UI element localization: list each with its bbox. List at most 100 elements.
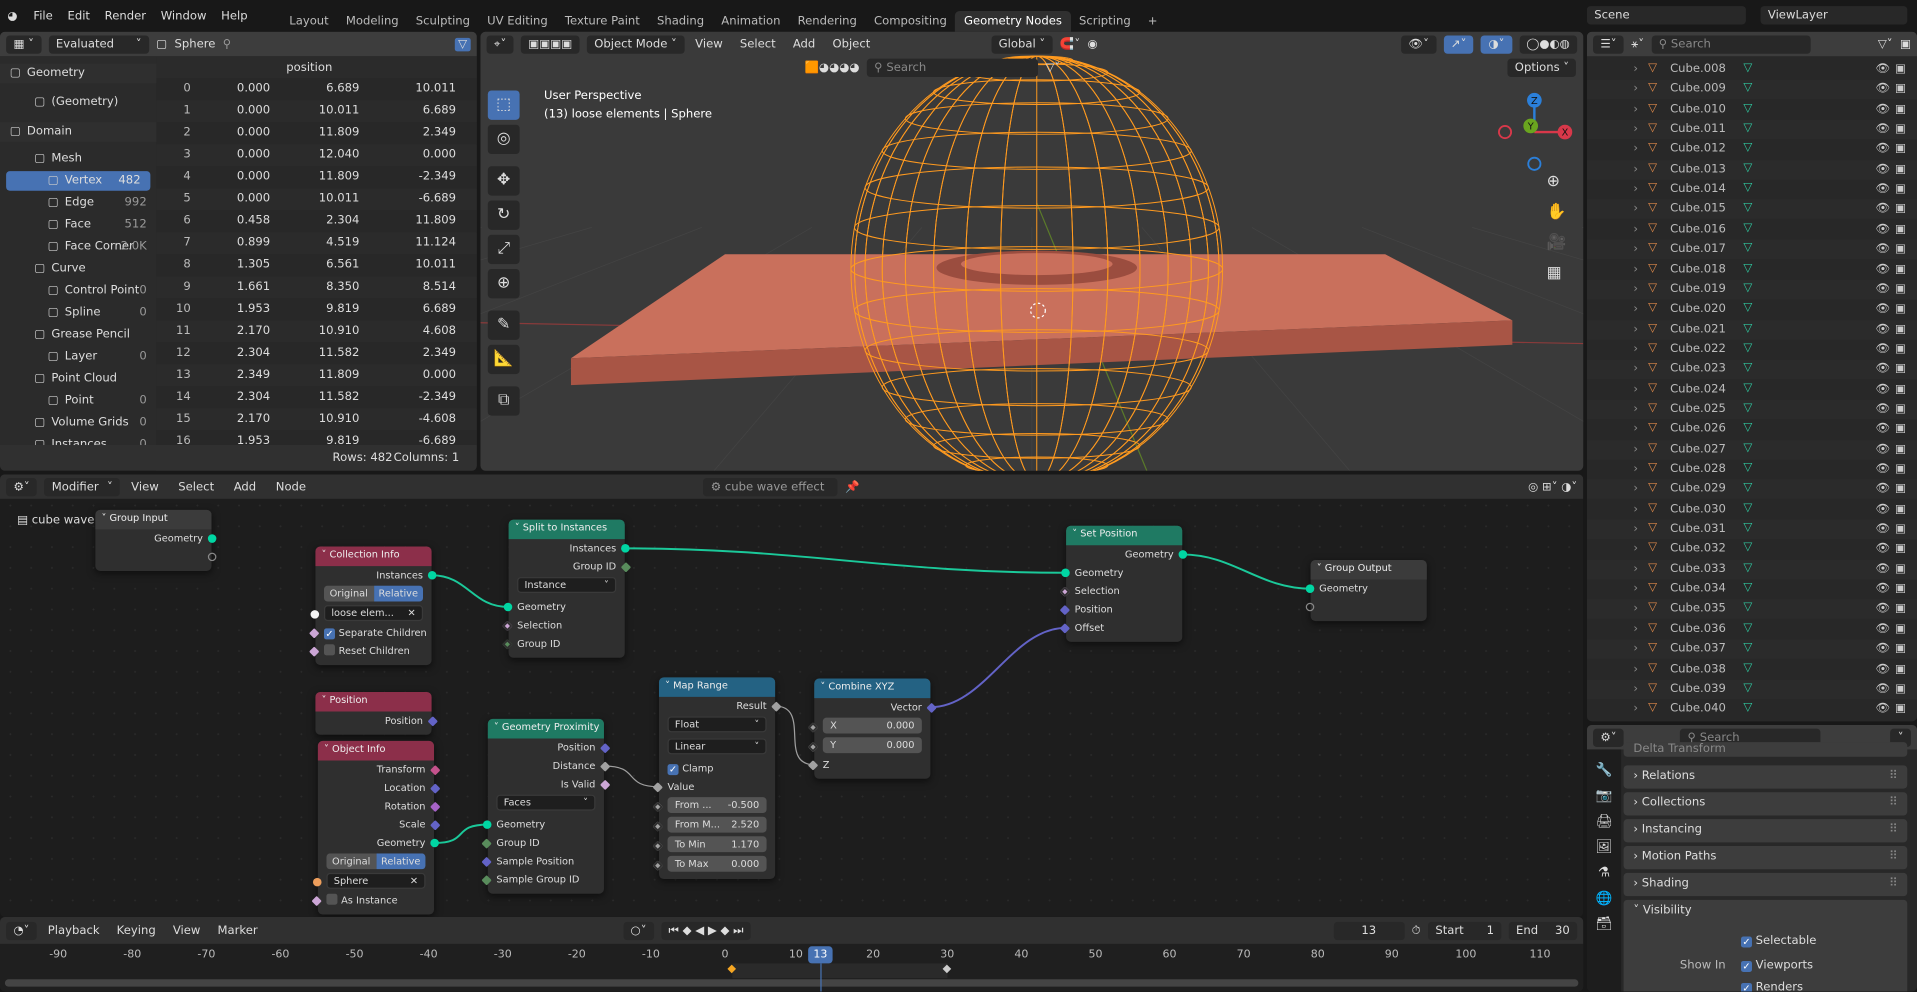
visibility-eye-icon[interactable]: 👁 [1875,82,1890,95]
tool-tab-icon[interactable]: 🔧 [1596,762,1613,778]
domain-item[interactable]: ▢ Control Point 0 [0,281,156,301]
outliner-item[interactable]: › ▽ Cube.021 ▽ 👁 ▣ [1586,319,1917,340]
camera-render-icon[interactable]: ▣ [1895,62,1906,75]
outliner-item[interactable]: › ▽ Cube.011 ▽ 👁 ▣ [1586,119,1917,140]
socket-instances[interactable] [621,544,630,553]
menu-select[interactable]: Select [736,37,779,50]
column-header-position[interactable]: position [236,61,383,74]
outliner-item[interactable]: › ▽ Cube.018 ▽ 👁 ▣ [1586,259,1917,280]
outliner-item[interactable]: › ▽ Cube.032 ▽ 👁 ▣ [1586,539,1917,560]
node-link[interactable] [624,547,1067,574]
scene-tab-icon[interactable]: ⚗ [1598,864,1610,880]
outliner-item[interactable]: › ▽ Cube.027 ▽ 👁 ▣ [1586,439,1917,460]
outliner-item[interactable]: › ▽ Cube.026 ▽ 👁 ▣ [1586,419,1917,440]
camera-render-icon[interactable]: ▣ [1895,282,1906,295]
visibility-eye-icon[interactable]: 👁 [1875,142,1890,155]
camera-render-icon[interactable]: ▣ [1895,222,1906,235]
outliner-item[interactable]: › ▽ Cube.038 ▽ 👁 ▣ [1586,659,1917,680]
expand-arrow-icon[interactable]: › [1633,62,1638,75]
viewport-search[interactable]: ⚲ Search [866,58,1038,78]
select-box-tool-icon[interactable]: ⬚ [487,90,520,120]
outliner-item[interactable]: › ▽ Cube.010 ▽ 👁 ▣ [1586,99,1917,120]
filter-icon[interactable]: ▽˅ [1045,61,1060,74]
expand-arrow-icon[interactable]: › [1633,82,1638,95]
panel-visibility[interactable]: ˅ Visibility ✓ Selectable Show In ✓ Viewpo… [1623,899,1908,992]
camera-render-icon[interactable]: ▣ [1895,322,1906,335]
menu-edit[interactable]: Edit [64,9,94,22]
node-map-range[interactable]: ˅ Map Range Result Float ˅ Linear ˅ ✓ Clamp Valu… [652,677,782,880]
camera-render-icon[interactable]: ▣ [1895,602,1906,615]
expand-arrow-icon[interactable]: › [1633,262,1638,275]
collapse-icon[interactable]: ˅ [1317,562,1325,573]
visibility-eye-icon[interactable]: 👁 [1875,422,1890,435]
visibility-eye-icon[interactable]: 👁 [1875,622,1890,635]
gizmo-neg-z-icon[interactable] [1527,156,1542,171]
visibility-eye-icon[interactable]: 👁 [1875,182,1890,195]
annotate-tool-icon[interactable]: ✎ [487,310,520,340]
outliner-item[interactable]: › ▽ Cube.013 ▽ 👁 ▣ [1586,159,1917,180]
visibility-eye-icon[interactable]: 👁 [1875,602,1890,615]
visibility-eye-icon[interactable]: 👁 [1875,322,1890,335]
panel-collections[interactable]: › Collections ⠿ [1623,792,1908,816]
node-dropdown[interactable]: Linear ˅ [667,738,767,755]
camera-render-icon[interactable]: ▣ [1895,482,1906,495]
domain-item[interactable]: ▢ Layer 0 [0,347,156,367]
node-link[interactable] [1182,553,1311,590]
visibility-eye-icon[interactable]: 👁 [1875,62,1890,75]
outliner-item[interactable]: › ▽ Cube.008 ▽ 👁 ▣ [1586,59,1917,80]
options-button[interactable]: Options ˅ [1507,58,1577,78]
outliner-item[interactable]: › ▽ Cube.023 ▽ 👁 ▣ [1586,359,1917,380]
menu-object[interactable]: Object [829,37,874,50]
expand-arrow-icon[interactable]: › [1633,442,1638,455]
editor-type-button[interactable]: ☰˅ [1593,34,1624,54]
world-tab-icon[interactable]: 🌐 [1596,890,1613,906]
outliner-item[interactable]: › ▽ Cube.034 ▽ 👁 ▣ [1586,579,1917,600]
node-link[interactable] [431,574,509,608]
visibility-eye-icon[interactable]: 👁 [1875,302,1890,315]
camera-render-icon[interactable]: ▣ [1895,102,1906,115]
visibility-eye-icon[interactable]: 👁 [1875,402,1890,415]
move-tool-icon[interactable]: ✥ [487,166,520,196]
playback-controls[interactable]: ⏮ ◆ ◀ ▶ ◆ ⏭ [661,921,751,940]
scrollbar[interactable] [4,979,1579,987]
domain-item[interactable]: ▢ Point Cloud [0,369,156,389]
rotate-tool-icon[interactable]: ↻ [487,200,520,230]
outliner-search[interactable]: ⚲ Search [1651,34,1811,54]
checkbox[interactable] [326,893,338,905]
expand-arrow-icon[interactable]: › [1633,682,1638,695]
proportional-edit-icon[interactable]: ◉ [1087,37,1097,50]
collapse-icon[interactable]: ˅ [322,694,330,705]
domain-item[interactable]: ▢ Point 0 [0,391,156,411]
checkbox[interactable] [323,644,335,656]
view-layer-selector[interactable]: ViewLayer [1760,6,1908,25]
menu-window[interactable]: Window [157,9,210,22]
add-cube-tool-icon[interactable]: ⧉ [487,386,520,416]
panel-instancing[interactable]: › Instancing ⠿ [1623,819,1908,843]
camera-render-icon[interactable]: ▣ [1895,122,1906,135]
node-dropdown[interactable]: Faces ˅ [496,794,596,811]
node-position[interactable]: ˅ Position Position [315,691,438,735]
scale-tool-icon[interactable]: ⤢ [487,234,520,265]
node-combine-xyz[interactable]: ˅ Combine XYZ Vector X 0.000 Y 0.000 Z [807,678,937,779]
camera-render-icon[interactable]: ▣ [1895,442,1906,455]
socket-instances[interactable] [427,570,437,580]
visibility-eye-icon[interactable]: 👁 [1875,502,1890,515]
expand-arrow-icon[interactable]: › [1633,582,1638,595]
visibility-eye-icon[interactable]: 👁 [1875,382,1890,395]
renders-checkbox[interactable]: ✓ [1740,982,1752,992]
overlay-icons[interactable]: ◎ ⊞˅ ◑˅ [1528,480,1577,493]
visibility-eye-icon[interactable]: 👁 [1875,282,1890,295]
expand-arrow-icon[interactable]: › [1633,422,1638,435]
expand-arrow-icon[interactable]: › [1633,402,1638,415]
camera-render-icon[interactable]: ▣ [1895,542,1906,555]
node-header[interactable]: ˅ Set Position [1066,525,1183,546]
outliner-item[interactable]: › ▽ Cube.019 ▽ 👁 ▣ [1586,279,1917,300]
playhead[interactable]: 13 [808,946,833,964]
auto-key-button[interactable]: ○˅ [623,921,654,940]
camera-render-icon[interactable]: ▣ [1895,662,1906,675]
outliner-item[interactable]: › ▽ Cube.025 ▽ 👁 ▣ [1586,399,1917,420]
collapse-icon[interactable]: ˅ [101,512,109,523]
menu-keying[interactable]: Keying [113,924,159,937]
node-group-output[interactable]: ˅ Group Output Geometry [1305,559,1427,622]
camera-render-icon[interactable]: ▣ [1895,522,1906,535]
